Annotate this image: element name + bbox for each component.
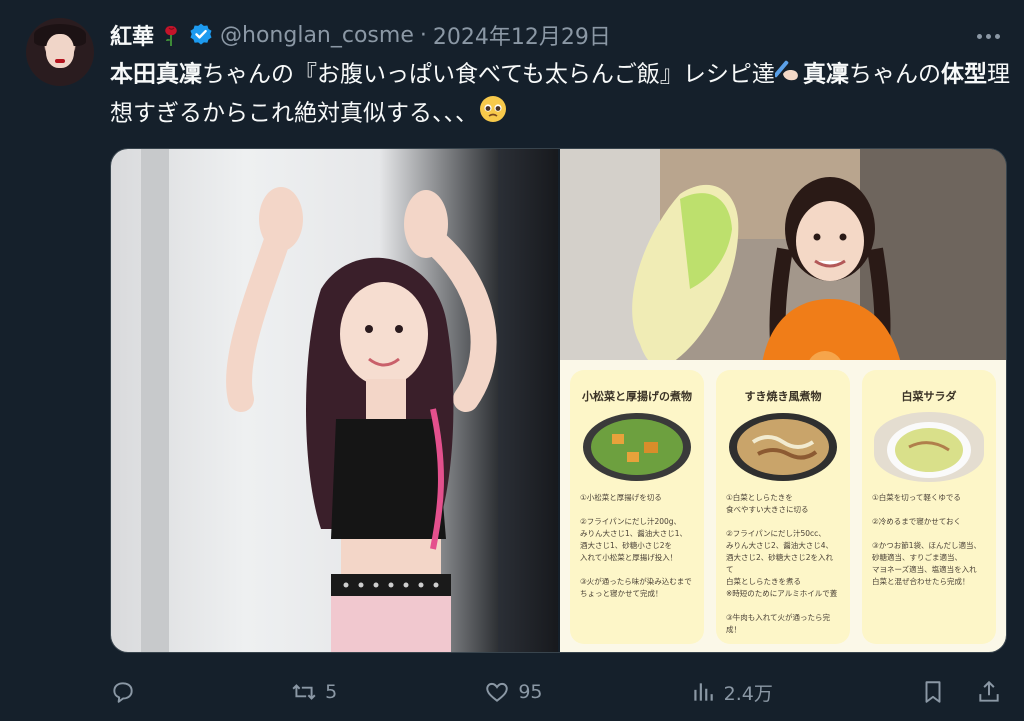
- media-grid[interactable]: 小松菜と厚揚げの煮物 ①小松菜と厚揚げを切る ②フライパンにだし汁200g、 み…: [110, 148, 1007, 653]
- share-icon: [979, 680, 999, 702]
- recipe-3-title: 白菜サラダ: [901, 390, 957, 403]
- share-button[interactable]: [976, 679, 1002, 705]
- recipe-3-steps: ①白菜を切って軽くゆでる ②冷めるまで寝かせておく ③かつお節1袋、ほんだし適当…: [872, 493, 981, 586]
- tweet-text: 本田真凜ちゃんの『お腹いっぱい食べても太らんご飯』レシピ達 真凜ちゃんの体型理想す…: [110, 56, 1010, 134]
- tweet-text-4: ちゃんの: [848, 61, 941, 88]
- more-icon[interactable]: [974, 26, 1002, 46]
- right-column: 小松菜と厚揚げの煮物 ①小松菜と厚揚げを切る ②フライパンにだし汁200g、 み…: [560, 149, 1006, 652]
- recipe-1-title: 小松菜と厚揚げの煮物: [582, 390, 692, 403]
- verified-badge-icon: [188, 22, 214, 48]
- pleading-face-emoji: [478, 94, 508, 134]
- views-button[interactable]: 2.4万: [690, 679, 773, 706]
- bookmark-button[interactable]: [920, 679, 946, 705]
- tweet: 紅華 @honglan_cosme · 2024年12月29日 本田真凜ちゃんの…: [0, 0, 1024, 721]
- recipe-1: 小松菜と厚揚げの煮物 ①小松菜と厚揚げを切る ②フライパンにだし汁200g、 み…: [570, 370, 704, 644]
- writing-hand-emoji: [773, 56, 803, 94]
- recipe-2-image: [729, 413, 837, 481]
- recipe-3: 白菜サラダ ①白菜を切って軽くゆでる ②冷めるまで寝かせておく ③かつお節1袋、…: [862, 370, 996, 644]
- retweet-icon: [292, 684, 316, 700]
- recipe-2-steps: ①白菜としらたきを 食べやすい大きさに切る ②フライパンにだし汁50cc、 みり…: [726, 493, 838, 634]
- heart-icon: [486, 682, 509, 702]
- tweet-text-bold-2: 真凜: [802, 61, 849, 88]
- tweet-date[interactable]: 2024年12月29日: [433, 19, 611, 51]
- recipe-2: すき焼き風煮物 ①白菜としらたきを 食べやすい大きさに切る ②フライパンにだし汁…: [716, 370, 850, 644]
- tweet-header: 紅華 @honglan_cosme · 2024年12月29日: [110, 18, 611, 52]
- reply-button[interactable]: [110, 679, 144, 705]
- photo-right[interactable]: [560, 149, 1006, 360]
- like-count: 95: [518, 681, 543, 703]
- recipe-1-steps: ①小松菜と厚揚げを切る ②フライパンにだし汁200g、 みりん大さじ1、醤油大さ…: [580, 493, 692, 598]
- retweet-button[interactable]: 5: [291, 679, 337, 705]
- avatar[interactable]: [26, 18, 94, 86]
- photo-left[interactable]: [111, 149, 558, 652]
- author-handle[interactable]: @honglan_cosme: [220, 23, 414, 48]
- retweet-count: 5: [325, 681, 338, 703]
- tweet-text-bold-3: 体型: [940, 61, 987, 88]
- right-actions: [920, 679, 1002, 705]
- reply-icon: [113, 682, 133, 703]
- recipe-2-title: すき焼き風煮物: [744, 390, 822, 403]
- separator: ·: [419, 22, 427, 48]
- bookmark-icon: [925, 681, 941, 703]
- tweet-text-bold-1: 本田真凜: [110, 61, 202, 88]
- recipe-1-image: [583, 413, 691, 481]
- tweet-text-2: ちゃんの『お腹いっぱい食べても太らんご飯』レシピ達: [202, 61, 775, 88]
- views-icon: [693, 683, 713, 701]
- author-name[interactable]: 紅華: [110, 19, 154, 51]
- recipe-card: 小松菜と厚揚げの煮物 ①小松菜と厚揚げを切る ②フライパンにだし汁200g、 み…: [560, 360, 1006, 652]
- recipe-3-image: [874, 412, 984, 482]
- views-count: 2.4万: [723, 682, 773, 705]
- rose-icon: [160, 23, 182, 47]
- like-button[interactable]: 95: [484, 679, 543, 705]
- action-bar: 5 95 2.4万: [110, 674, 1002, 710]
